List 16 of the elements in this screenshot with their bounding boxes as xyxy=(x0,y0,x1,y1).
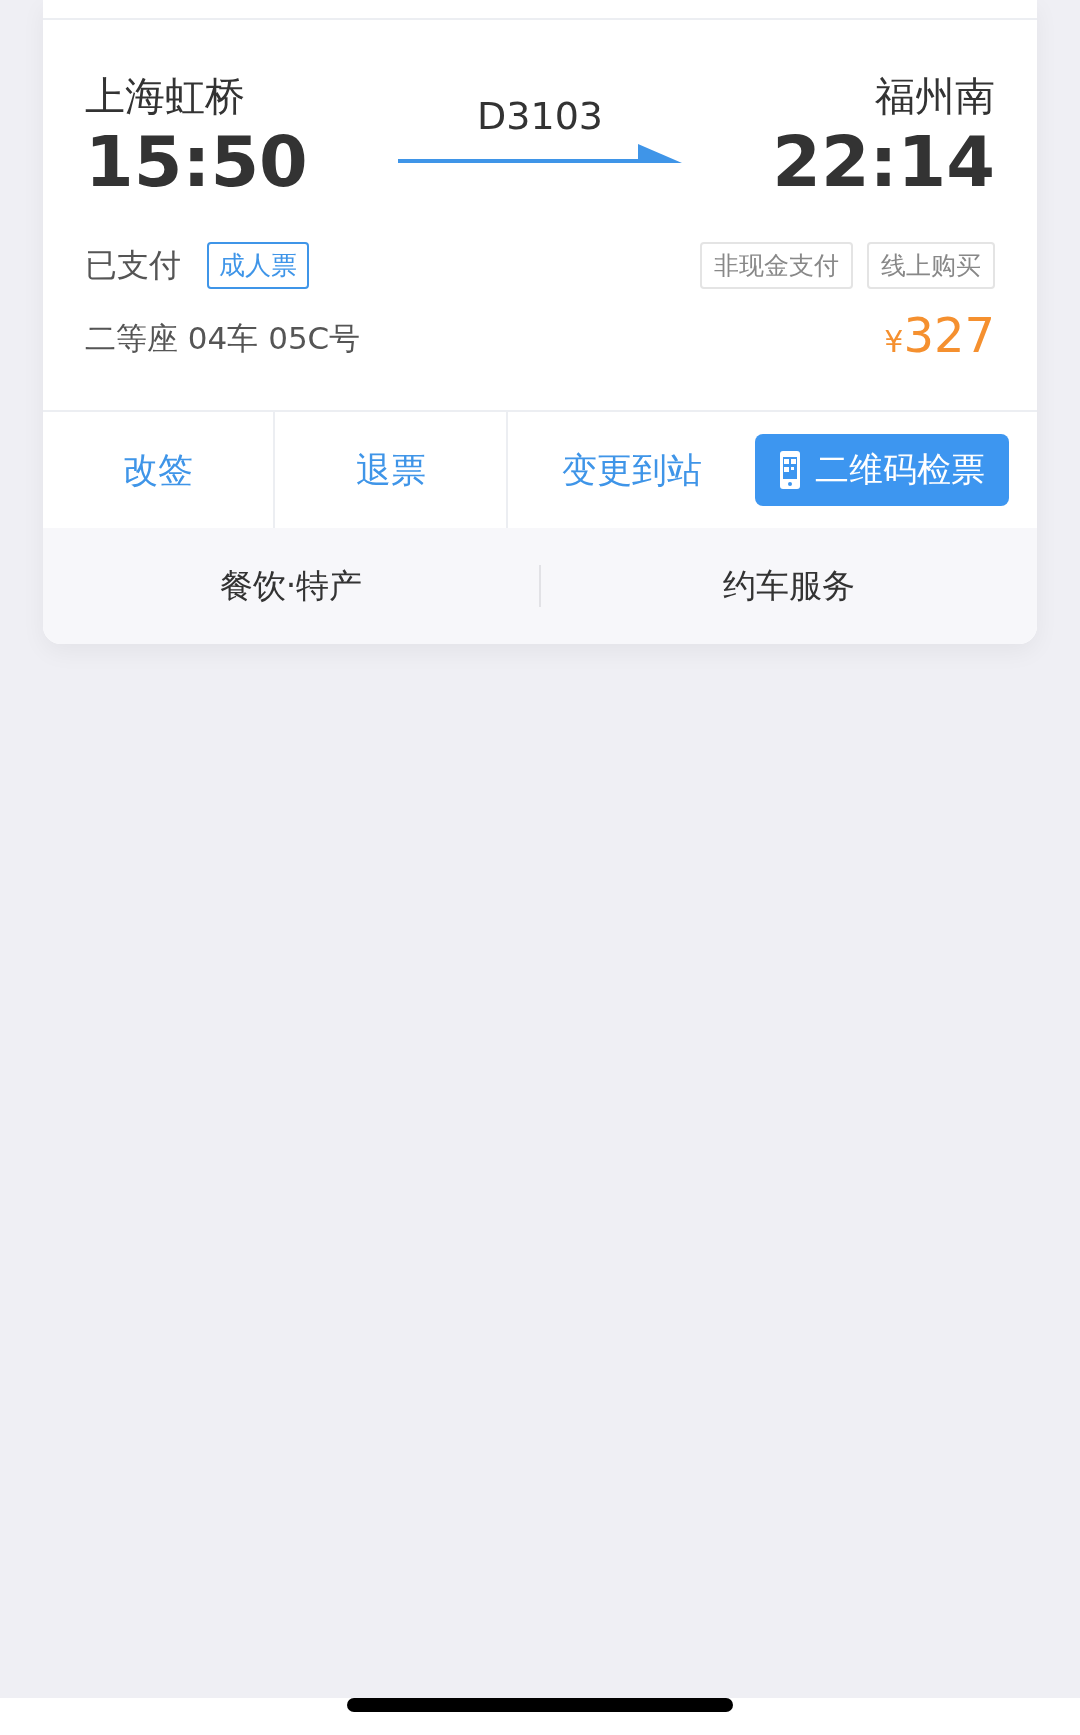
qr-checkin-button[interactable]: 二维码检票 xyxy=(755,434,1009,506)
ticket-tag: 线上购买 xyxy=(867,242,995,289)
arrival-time: 22:14 xyxy=(772,122,995,202)
arrival-station: 福州南 xyxy=(875,72,995,120)
payment-status: 已支付 xyxy=(85,244,181,286)
service-link[interactable]: 餐饮·特产 xyxy=(43,562,539,610)
action-link[interactable]: 变更到站 xyxy=(508,412,755,528)
train-number: D3103 xyxy=(477,94,603,138)
service-link[interactable]: 约车服务 xyxy=(541,562,1037,610)
ticket-type-badge: 成人票 xyxy=(207,242,309,289)
ticket-tag: 非现金支付 xyxy=(700,242,853,289)
departure-time: 15:50 xyxy=(85,122,308,202)
seat-info: 二等座 04车 05C号 xyxy=(85,318,361,358)
departure-station: 上海虹桥 xyxy=(85,72,245,120)
phone-qr-icon xyxy=(779,450,801,490)
price: ¥327 xyxy=(884,307,995,365)
